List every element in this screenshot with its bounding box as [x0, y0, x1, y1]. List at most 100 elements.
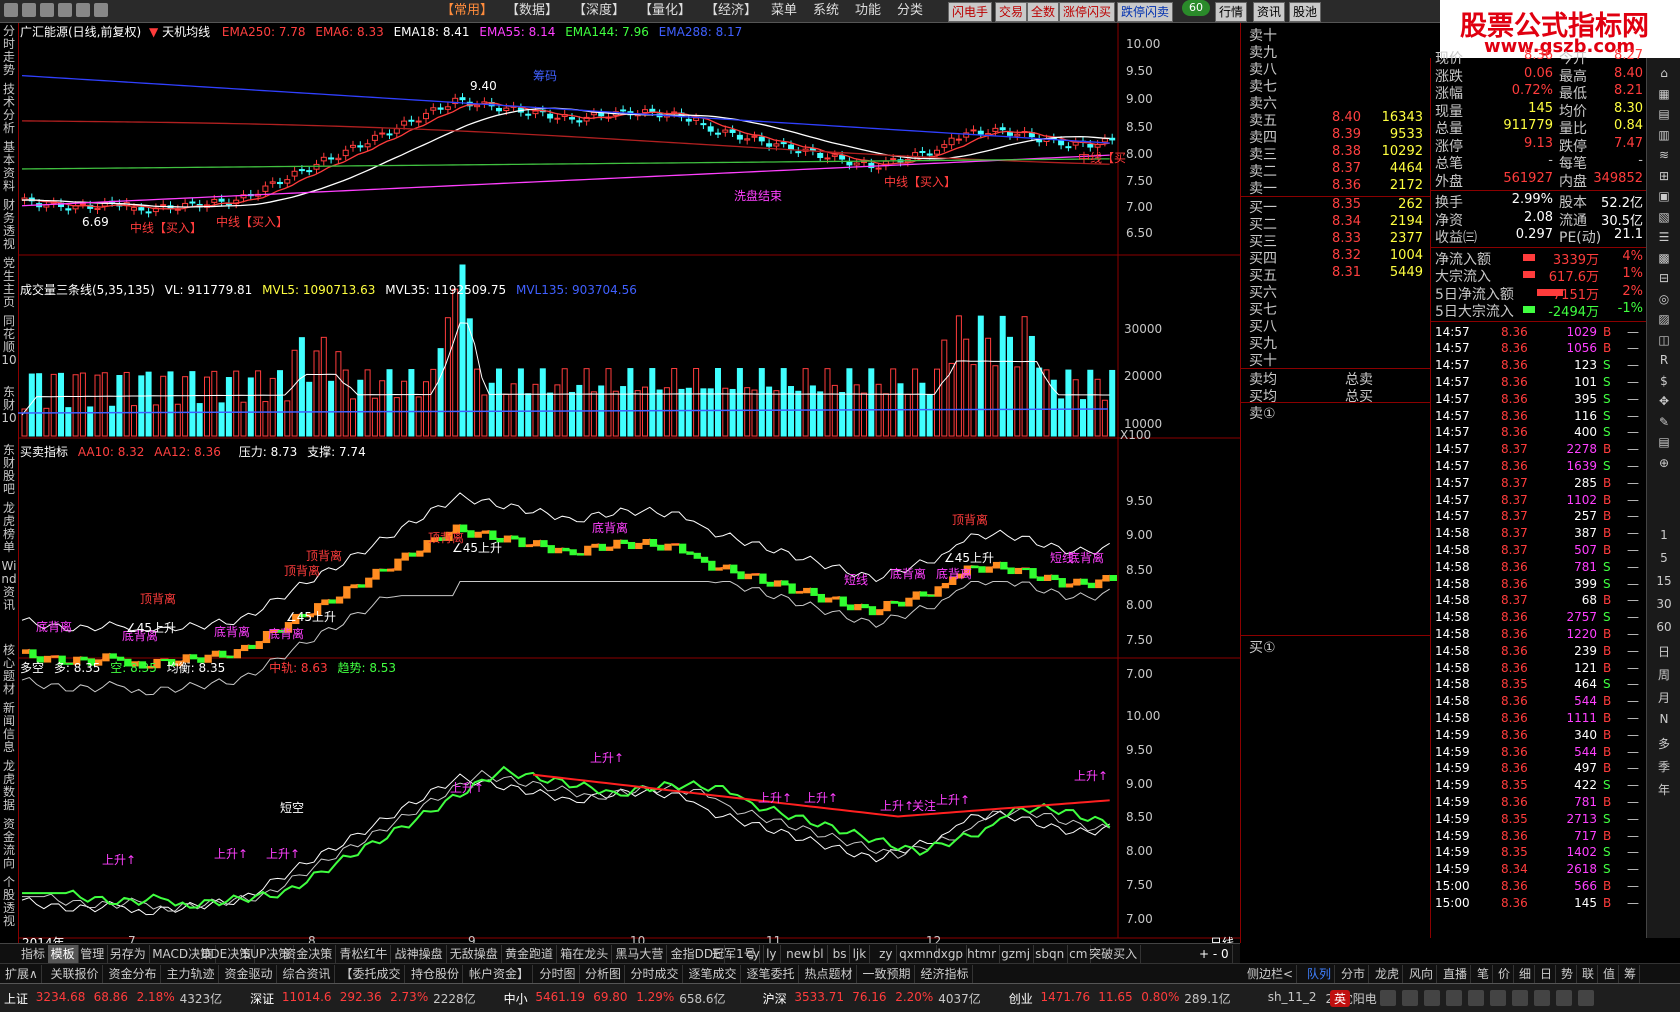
function-tab-10[interactable]: 分析图: [582, 965, 626, 983]
buy-price[interactable]: 8.33: [1301, 231, 1361, 246]
leftnav-tab-12[interactable]: 龙虎数据: [1, 760, 17, 812]
leftnav-tab-3[interactable]: 财务透视: [1, 199, 17, 251]
period-button-6[interactable]: 周: [1653, 666, 1675, 682]
side-tab-5[interactable]: 直播: [1440, 965, 1472, 983]
news-button[interactable]: 资讯: [1253, 2, 1286, 22]
menu-quant[interactable]: 【量化】: [636, 2, 694, 20]
tool-icon-5[interactable]: ⊞: [1653, 169, 1675, 185]
tray-icon[interactable]: [1512, 990, 1528, 1006]
side-tab-1[interactable]: 队列: [1304, 965, 1336, 983]
leftnav-tab-5[interactable]: 同花顺10: [1, 315, 17, 367]
bs-indicator-title[interactable]: 买卖指标: [20, 445, 68, 459]
tool-icon-4[interactable]: ≋: [1653, 148, 1675, 164]
tool-icon-8[interactable]: ☰: [1653, 230, 1675, 246]
period-button-7[interactable]: 月: [1653, 689, 1675, 705]
period-button-10[interactable]: 季: [1653, 758, 1675, 774]
side-tab-12[interactable]: 值: [1600, 965, 1620, 983]
sell-price[interactable]: 8.40: [1301, 110, 1361, 125]
period-button-3[interactable]: 30: [1653, 597, 1675, 613]
indicator-tab-7[interactable]: 资金决策: [281, 945, 337, 963]
menu-system[interactable]: 系统: [810, 2, 842, 20]
function-tab-6[interactable]: 【委托成交: [338, 965, 405, 983]
side-tab-0[interactable]: 侧边栏<: [1244, 965, 1298, 983]
function-tab-5[interactable]: 综合资讯: [280, 965, 335, 983]
side-tab-13[interactable]: 筹: [1621, 965, 1641, 983]
flash-trade-button[interactable]: 闪电手: [948, 2, 993, 22]
menu-depth[interactable]: 【深度】: [570, 2, 628, 20]
tool-icon-2[interactable]: ▤: [1653, 107, 1675, 123]
tool-icon-12[interactable]: ▨: [1653, 312, 1675, 328]
function-tab-8[interactable]: 帐户资金】: [466, 965, 534, 983]
indicator-tab-10[interactable]: 无敌操盘: [447, 945, 502, 963]
ime-indicator[interactable]: 英: [1330, 990, 1351, 1007]
period-button-2[interactable]: 15: [1653, 574, 1675, 590]
tool-icon-11[interactable]: ◎: [1653, 292, 1675, 308]
quote-button[interactable]: 行情: [1215, 2, 1248, 22]
indicator-tab-12[interactable]: 箱在龙头: [557, 945, 613, 963]
leftnav-tab-10[interactable]: 核心题材: [1, 644, 17, 696]
period-button-9[interactable]: 多: [1653, 735, 1675, 751]
buy-price[interactable]: 8.31: [1301, 265, 1361, 280]
leftnav-tab-13[interactable]: 资金流向: [1, 818, 17, 870]
indicator-tab-17[interactable]: ly: [763, 945, 781, 963]
indicator-tab-8[interactable]: 青松红牛: [336, 945, 392, 963]
tool-icon-18[interactable]: ▤: [1653, 435, 1675, 451]
indicator-tab-3[interactable]: 另存为: [107, 945, 150, 963]
leftnav-tab-7[interactable]: 东财股吧: [1, 444, 17, 496]
volume-indicator-title[interactable]: 成交量三条线(5,35,135): [20, 283, 155, 297]
function-tab-15[interactable]: 一致预期: [860, 965, 915, 983]
indicator-tab-27[interactable]: sbqn: [1032, 945, 1069, 963]
period-button-11[interactable]: 年: [1653, 781, 1675, 797]
period-button-0[interactable]: 1: [1653, 528, 1675, 544]
tray-icon[interactable]: [1380, 990, 1396, 1006]
refresh-icon[interactable]: [58, 3, 72, 17]
side-tab-8[interactable]: 细: [1516, 965, 1536, 983]
indicator-tab-29[interactable]: 突破买入: [1086, 945, 1142, 963]
indicator-tab-2[interactable]: 管理: [77, 945, 109, 963]
function-tab-14[interactable]: 热点题材: [802, 965, 857, 983]
menu-category[interactable]: 分类: [894, 2, 926, 20]
app-icon[interactable]: [4, 3, 18, 17]
scroll-right-icon[interactable]: + - 0: [1196, 945, 1233, 963]
period-button-8[interactable]: N: [1653, 712, 1675, 728]
tool-icon-19[interactable]: ⊕: [1653, 456, 1675, 472]
period-button-4[interactable]: 60: [1653, 620, 1675, 636]
menu-function[interactable]: 功能: [852, 2, 884, 20]
leftnav-tab-11[interactable]: 新闻信息: [1, 702, 17, 754]
kline-chart-area[interactable]: 10.00 9.50 9.00 8.50 8.00 7.50 7.00 6.50 30000 20…: [17, 23, 1240, 943]
indicator-tab-21[interactable]: ljk: [850, 945, 871, 963]
indicator-tab-13[interactable]: 黑马大营: [612, 945, 668, 963]
tool-icon-1[interactable]: ▦: [1653, 87, 1675, 103]
function-tab-2[interactable]: 资金分布: [106, 965, 161, 983]
side-tab-9[interactable]: 日: [1537, 965, 1557, 983]
function-tab-3[interactable]: 主力轨迹: [164, 965, 219, 983]
limit-down-sell-button[interactable]: 跌停闪卖: [1117, 2, 1174, 22]
tool-icon-14[interactable]: R: [1653, 353, 1675, 369]
function-tab-0[interactable]: 扩展∧: [2, 965, 42, 983]
function-tab-1[interactable]: 关联报价: [48, 965, 103, 983]
tool-icon-9[interactable]: ▩: [1653, 251, 1675, 267]
full-data-button[interactable]: 全数: [1027, 2, 1060, 22]
tool-icon-6[interactable]: ▣: [1653, 189, 1675, 205]
function-tab-13[interactable]: 逐笔委托: [744, 965, 799, 983]
indicator-tab-19[interactable]: bl: [810, 945, 828, 963]
leftnav-tab-9[interactable]: Wind资讯: [1, 560, 17, 612]
leftnav-tab-14[interactable]: 个股透视: [1, 876, 17, 928]
indicator-tab-16[interactable]: cy: [743, 945, 764, 963]
sell-price[interactable]: 8.39: [1301, 127, 1361, 142]
function-tab-9[interactable]: 分时图: [537, 965, 580, 983]
tray-icon[interactable]: [1468, 990, 1484, 1006]
tray-icon[interactable]: [1534, 990, 1550, 1006]
tool-icon-10[interactable]: ⊟: [1653, 271, 1675, 287]
buy-price[interactable]: 8.32: [1301, 248, 1361, 263]
tool-icon-13[interactable]: ◫: [1653, 333, 1675, 349]
menu-common[interactable]: 【常用】: [438, 2, 496, 20]
ls-indicator-title[interactable]: 多空: [20, 661, 44, 675]
side-tab-10[interactable]: 势: [1558, 965, 1578, 983]
leftnav-tab-0[interactable]: 分时走势: [1, 25, 17, 77]
tray-icon[interactable]: [1556, 990, 1572, 1006]
indicator-tab-20[interactable]: bs: [830, 945, 851, 963]
buy-price[interactable]: 8.35: [1301, 197, 1361, 212]
tool-icon-15[interactable]: $: [1653, 374, 1675, 390]
menu-economy[interactable]: 【经济】: [702, 2, 760, 20]
